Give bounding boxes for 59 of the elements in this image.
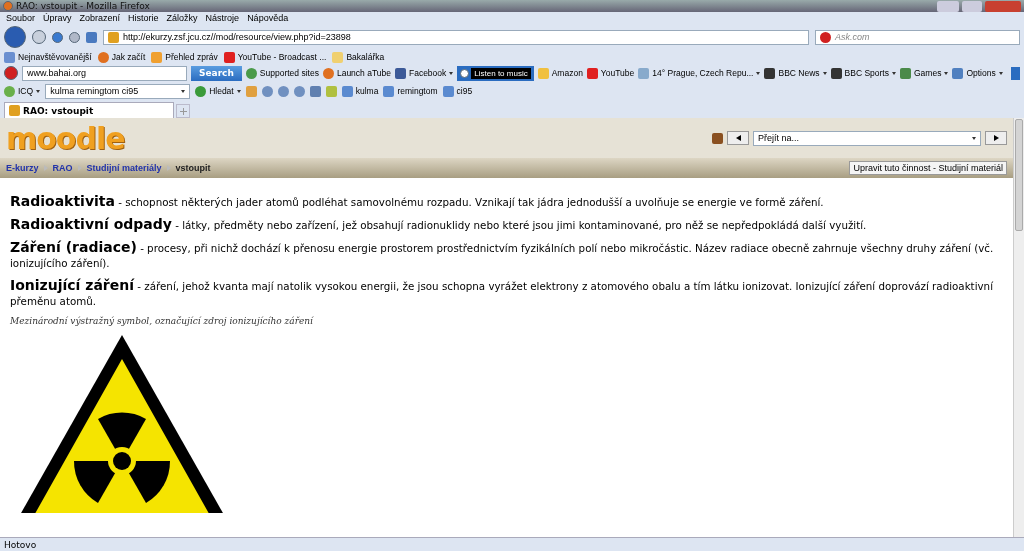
edit-button[interactable]: Upravit tuto činnost - Studijní materiál — [849, 161, 1007, 175]
browser-tab[interactable]: RAO: vstoupit — [4, 102, 174, 118]
toolbar-item[interactable]: Amazon — [537, 67, 583, 79]
new-tab-button[interactable] — [176, 104, 190, 118]
toolbar-item[interactable]: Options — [952, 67, 1003, 79]
address-field[interactable]: http://ekurzy.zsf.jcu.cz//mod/resource/view.php?id=23898 — [103, 29, 809, 45]
right-arrow-icon — [993, 135, 999, 141]
definition-paragraph: Záření (radiace) - procesy, při nichž dochází k přenosu energie prostorem prostřednictvím fyzikálních polí nebo mikročástic. Název radiace obecně zahrnuje všechny druhy záření (vč. ionizujícího záření). — [10, 240, 995, 271]
back-button[interactable] — [4, 26, 26, 48]
toolbar-item[interactable]: YouTube — [586, 67, 635, 79]
highlight-item[interactable]: remingtom — [383, 85, 438, 97]
status-text: Hotovo — [4, 539, 37, 550]
toolbar-item[interactable]: Facebook — [394, 67, 454, 79]
breadcrumb-current: vstoupit — [175, 163, 211, 173]
music-player[interactable]: Listen to music — [457, 65, 534, 81]
toolbar-item[interactable]: BBC Sports — [830, 67, 896, 79]
menu-item[interactable]: Záložky — [164, 13, 200, 23]
breadcrumb-link[interactable]: RAO — [52, 163, 73, 173]
breadcrumb-link[interactable]: E-kurzy — [6, 163, 39, 173]
bookmark-item[interactable]: Přehled zpráv — [151, 51, 218, 63]
menu-item[interactable]: Nástroje — [203, 13, 242, 23]
forward-button[interactable] — [32, 30, 46, 44]
menu-item[interactable]: Zobrazení — [77, 13, 123, 23]
moodle-logo: moodle — [6, 120, 126, 156]
more-button[interactable] — [1011, 66, 1020, 80]
image-caption: Mezinárodní výstražný symbol, označující zdroj ionizujícího záření — [10, 316, 315, 326]
search-field[interactable]: Ask.com — [815, 29, 1020, 45]
menu-item[interactable]: Soubor — [4, 13, 38, 23]
toolbar-item[interactable]: Games — [900, 67, 949, 79]
toolbar-item[interactable]: 14° Prague, Czech Repu... — [638, 67, 761, 79]
window-title: RAO: vstoupit - Mozilla Firefox — [16, 1, 151, 11]
scrollbar[interactable] — [1013, 118, 1024, 537]
icq-search-field[interactable]: kulma remingtom ci95 — [45, 83, 191, 99]
previous-button[interactable] — [727, 131, 749, 145]
search-button[interactable]: Search — [191, 65, 242, 81]
highlight-item[interactable]: ci95 — [442, 85, 473, 97]
breadcrumb-link[interactable]: Studijní materiály — [86, 163, 162, 173]
highlight-item[interactable]: kulma — [341, 85, 379, 97]
plus-icon — [179, 107, 187, 115]
toolbar-item[interactable]: Launch aTube — [322, 67, 391, 79]
jump-select[interactable]: Přejít na... — [753, 130, 981, 146]
definition-paragraph: Radioaktivní odpady - látky, předměty nebo zařízení, jež obsahují radionuklidy nebo které jsou jimi kontaminované, pro něž se nepředpokládá další využití. — [10, 217, 868, 233]
bookmark-item[interactable]: Nejnavštěvovanější — [4, 51, 92, 63]
bookmark-item[interactable]: Jak začít — [97, 51, 146, 63]
definition-paragraph: Ionizující záření - záření, jehož kvanta mají natolik vysokou energii, že jsou schopna vyrážet elektrony z atomového obalu a tím látku ionizovat. Ionizující záření doprovází radioaktivní přeměnu atomů. — [10, 278, 994, 309]
menu-item[interactable]: Úpravy — [41, 13, 74, 23]
next-button[interactable] — [985, 131, 1007, 145]
definition-paragraph: Radioaktivita - schopnost některých jader atomů podléhat samovolnému rozpadu. Vznikají tak jádra jednodušší a uvolňuje se energie ve formě záření. — [10, 194, 825, 210]
hledat-button[interactable]: Hledat — [195, 85, 241, 97]
menu-item[interactable]: Nápověda — [245, 13, 291, 23]
left-arrow-icon — [735, 135, 741, 141]
icq-item[interactable]: ICQ — [4, 85, 41, 97]
toolbar-item[interactable]: Supported sites — [245, 67, 319, 79]
close-button[interactable] — [985, 0, 1021, 12]
toolbar-search-field[interactable]: www.bahai.org — [22, 65, 187, 81]
menu-item[interactable]: Historie — [126, 13, 161, 23]
bookmark-item[interactable]: Bakalářka — [332, 51, 385, 63]
toolbar-item[interactable]: BBC News — [764, 67, 827, 79]
bookmark-item[interactable]: YouTube - Broadcast ... — [223, 51, 327, 63]
